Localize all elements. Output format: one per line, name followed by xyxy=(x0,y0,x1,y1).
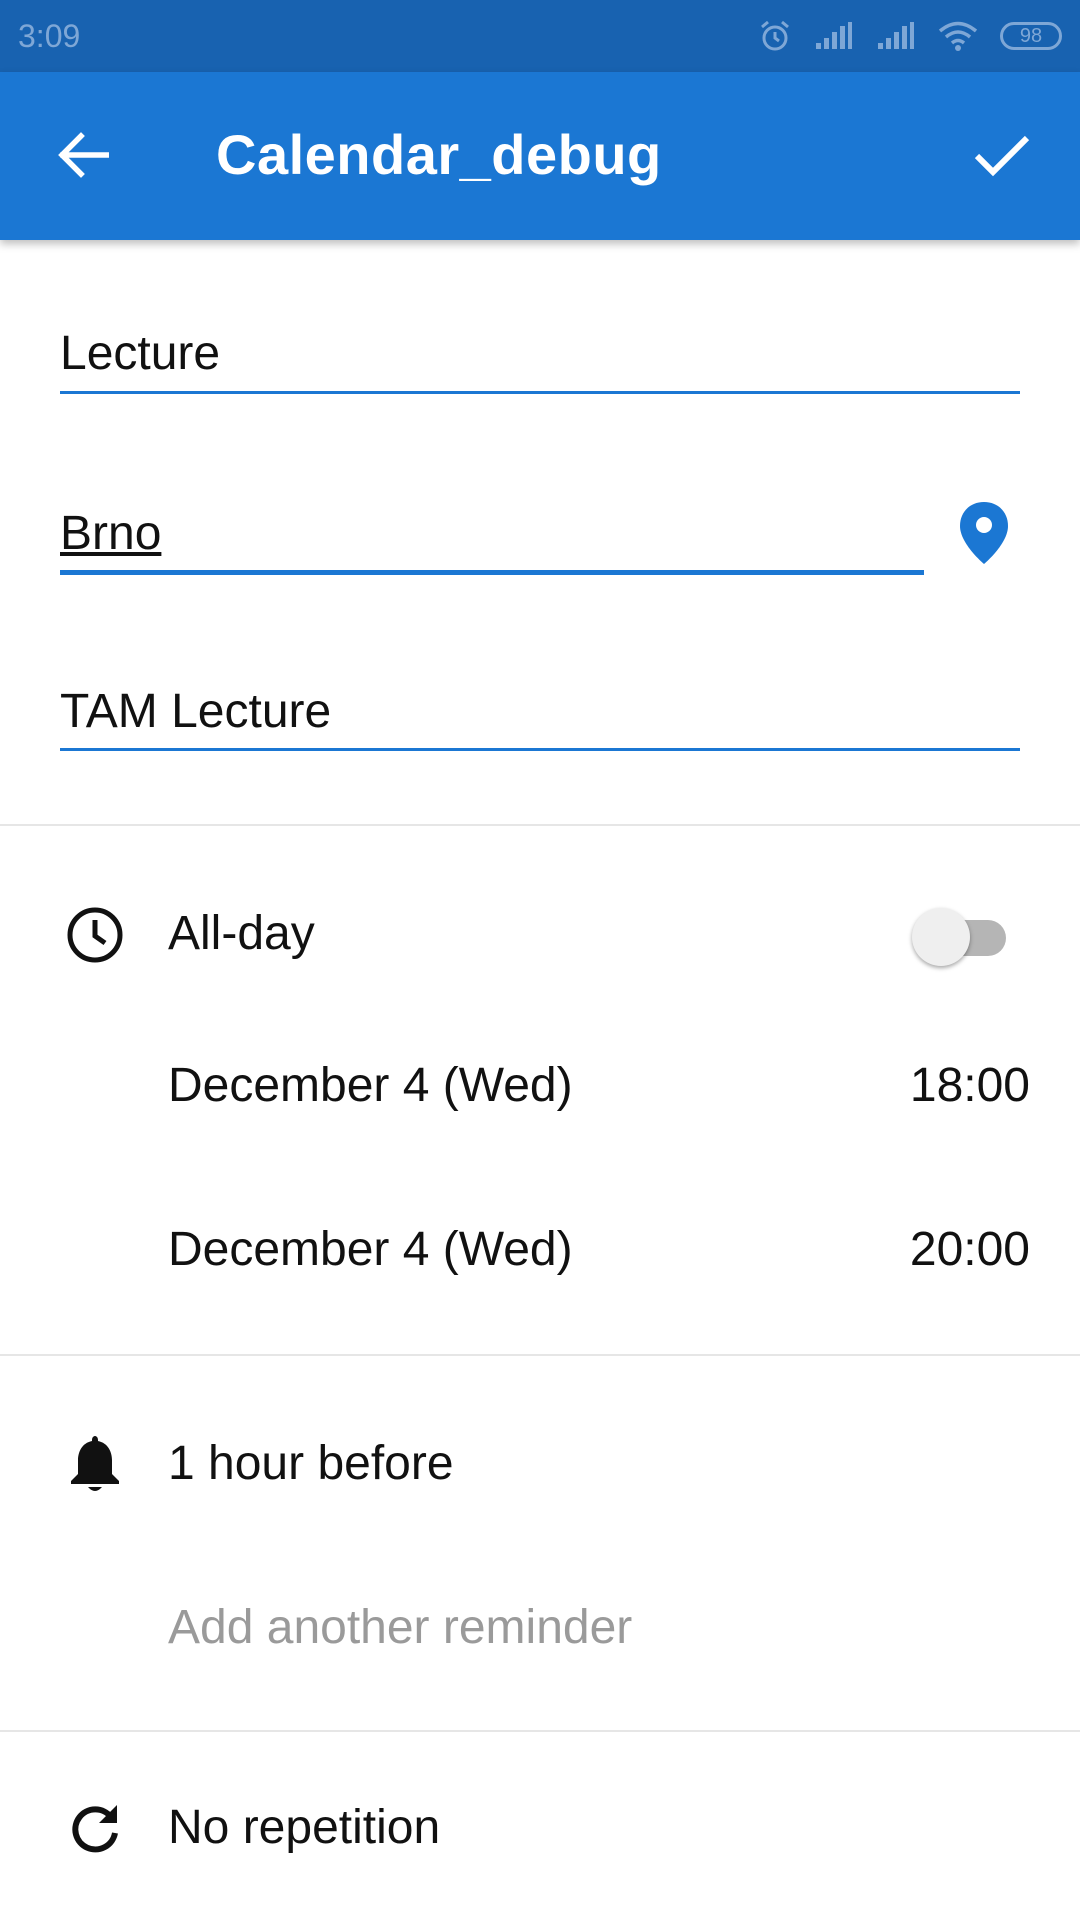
event-title-field[interactable]: Lecture xyxy=(60,326,220,381)
all-day-toggle[interactable] xyxy=(912,906,1012,966)
signal-icon xyxy=(814,21,854,51)
location-underline xyxy=(60,570,924,575)
add-reminder-button[interactable]: Add another reminder xyxy=(168,1600,632,1655)
reminder-item[interactable]: 1 hour before xyxy=(168,1436,454,1491)
all-day-label: All-day xyxy=(168,907,315,960)
description-underline xyxy=(60,748,1020,751)
description-field[interactable]: TAM Lecture xyxy=(60,684,331,739)
repetition-label[interactable]: No repetition xyxy=(168,1800,440,1855)
clock-icon xyxy=(62,902,128,968)
save-button[interactable] xyxy=(954,112,1050,202)
location-pin-icon[interactable] xyxy=(958,500,1010,566)
event-editor-screen: 3:09 98 Calendar_debug Lecture Brno TAM … xyxy=(0,0,1080,1920)
check-icon xyxy=(973,132,1031,183)
status-bar: 3:09 98 xyxy=(0,0,1080,72)
alarm-icon xyxy=(758,19,792,53)
start-time[interactable]: 18:00 xyxy=(910,1058,1030,1113)
end-time[interactable]: 20:00 xyxy=(910,1222,1030,1277)
status-time: 3:09 xyxy=(18,18,81,54)
battery-icon: 98 xyxy=(1000,22,1062,50)
section-divider xyxy=(0,824,1080,826)
event-title-underline xyxy=(60,391,1020,394)
toggle-thumb xyxy=(912,908,970,966)
app-bar: Calendar_debug xyxy=(0,72,1080,240)
start-date[interactable]: December 4 (Wed) xyxy=(168,1058,573,1113)
page-title: Calendar_debug xyxy=(216,123,662,186)
section-divider xyxy=(0,1730,1080,1732)
back-button[interactable] xyxy=(38,112,128,202)
bell-icon xyxy=(62,1430,128,1496)
end-date[interactable]: December 4 (Wed) xyxy=(168,1222,573,1277)
signal-icon xyxy=(876,21,916,51)
repeat-icon xyxy=(62,1796,128,1862)
status-icons: 98 xyxy=(758,16,1062,56)
arrow-left-icon xyxy=(57,131,110,183)
location-field[interactable]: Brno xyxy=(60,506,161,561)
wifi-icon xyxy=(938,20,978,52)
section-divider xyxy=(0,1354,1080,1356)
